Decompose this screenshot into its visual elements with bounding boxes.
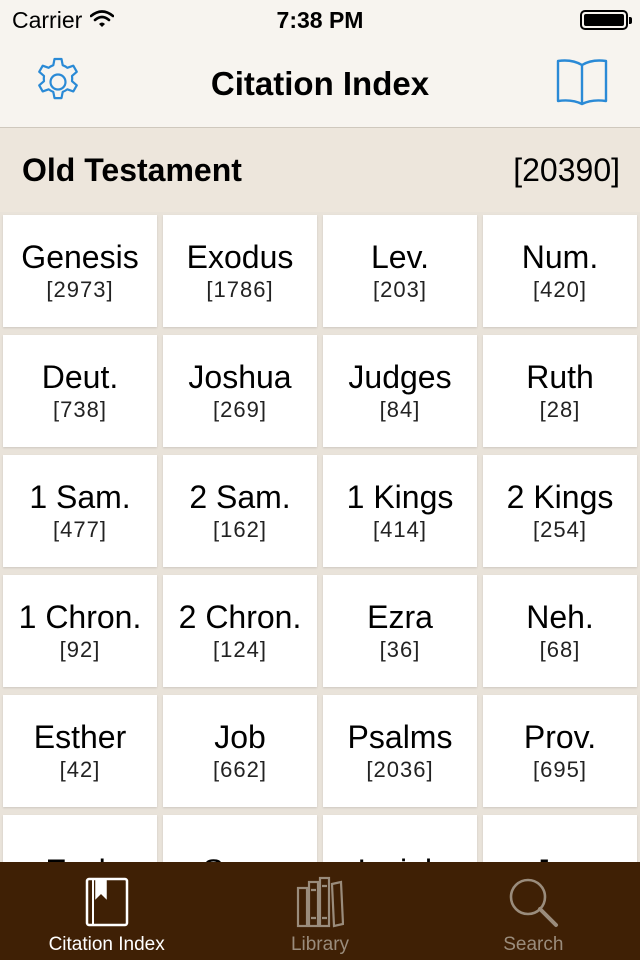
book-count: [28] xyxy=(539,397,581,422)
book-name: Isaiah xyxy=(357,852,442,862)
book-cell-nehemiah[interactable]: Neh. [68] xyxy=(483,575,637,687)
book-name: Ezra xyxy=(367,599,433,635)
book-name: Eccl. xyxy=(45,852,114,862)
book-cell-numbers[interactable]: Num. [420] xyxy=(483,215,637,327)
book-cell-ezra[interactable]: Ezra [36] xyxy=(323,575,477,687)
library-books-icon xyxy=(296,870,344,934)
section-title: Old Testament xyxy=(22,151,242,188)
section-header: Old Testament [20390] xyxy=(0,128,640,212)
battery-icon xyxy=(580,10,632,30)
wifi-icon xyxy=(89,7,115,34)
section-count: [20390] xyxy=(513,151,620,188)
book-count: [36] xyxy=(379,637,421,662)
book-cell-leviticus[interactable]: Lev. [203] xyxy=(323,215,477,327)
book-cell-esther[interactable]: Esther [42] xyxy=(3,695,157,807)
book-name: Ruth xyxy=(526,359,594,395)
book-count: [203] xyxy=(373,277,427,302)
book-name: 1 Kings xyxy=(346,479,454,515)
book-cell-proverbs[interactable]: Prov. [695] xyxy=(483,695,637,807)
book-count: [269] xyxy=(213,397,267,422)
book-count: [254] xyxy=(533,517,587,542)
book-cell-2-samuel[interactable]: 2 Sam. [162] xyxy=(163,455,317,567)
book-name: 2 Kings xyxy=(506,479,614,515)
book-cell-exodus[interactable]: Exodus [1786] xyxy=(163,215,317,327)
book-name: Genesis xyxy=(21,239,139,275)
book-count: [84] xyxy=(379,397,421,422)
book-cell-psalms[interactable]: Psalms [2036] xyxy=(323,695,477,807)
book-count: [92] xyxy=(59,637,101,662)
book-cell-judges[interactable]: Judges [84] xyxy=(323,335,477,447)
book-grid: Genesis [2973] Exodus [1786] Lev. [203] Num… xyxy=(0,212,640,862)
book-name: Neh. xyxy=(526,599,594,635)
tab-bar: Citation Index Library Search xyxy=(0,862,640,960)
book-name: Exodus xyxy=(186,239,294,275)
book-cell-song[interactable]: Song xyxy=(163,815,317,862)
magnifier-icon xyxy=(507,870,559,934)
book-name: Judges xyxy=(348,359,452,395)
book-name: Num. xyxy=(521,239,599,275)
tab-label: Library xyxy=(290,934,350,955)
book-count: [124] xyxy=(213,637,267,662)
book-cell-1-chronicles[interactable]: 1 Chron. [92] xyxy=(3,575,157,687)
library-book-button[interactable] xyxy=(552,56,612,112)
book-count: [477] xyxy=(53,517,107,542)
book-count: [662] xyxy=(213,757,267,782)
book-name: 1 Chron. xyxy=(18,599,142,635)
book-count: [2036] xyxy=(366,757,434,782)
book-name: Esther xyxy=(33,719,127,755)
book-name: Deut. xyxy=(41,359,119,395)
book-count: [695] xyxy=(533,757,587,782)
book-name: Lev. xyxy=(370,239,430,275)
book-name: 2 Chron. xyxy=(178,599,302,635)
status-left: Carrier xyxy=(12,6,115,34)
book-name: 2 Sam. xyxy=(189,479,291,515)
book-count: [414] xyxy=(373,517,427,542)
tab-library[interactable]: Library xyxy=(213,862,426,960)
book-cell-deuteronomy[interactable]: Deut. [738] xyxy=(3,335,157,447)
tab-citation-index[interactable]: Citation Index xyxy=(0,862,213,960)
book-cell-joshua[interactable]: Joshua [269] xyxy=(163,335,317,447)
book-cell-ruth[interactable]: Ruth [28] xyxy=(483,335,637,447)
book-icon xyxy=(555,57,609,112)
book-count: [2973] xyxy=(46,277,114,302)
book-cell-isaiah[interactable]: Isaiah xyxy=(323,815,477,862)
book-cell-ecclesiastes[interactable]: Eccl. xyxy=(3,815,157,862)
book-cell-2-chronicles[interactable]: 2 Chron. [124] xyxy=(163,575,317,687)
tab-search[interactable]: Search xyxy=(427,862,640,960)
book-name: Psalms xyxy=(347,719,453,755)
bookmark-book-icon xyxy=(84,870,130,934)
book-cell-job[interactable]: Job [662] xyxy=(163,695,317,807)
book-name: Job xyxy=(214,719,266,755)
carrier-label: Carrier xyxy=(12,6,83,33)
book-name: 1 Sam. xyxy=(29,479,131,515)
book-count: [738] xyxy=(53,397,107,422)
book-count: [68] xyxy=(539,637,581,662)
book-count: [1786] xyxy=(206,277,274,302)
book-cell-1-samuel[interactable]: 1 Sam. [477] xyxy=(3,455,157,567)
settings-button[interactable] xyxy=(28,56,88,112)
gear-icon xyxy=(31,55,85,114)
tab-label: Search xyxy=(503,934,564,955)
book-name: Jer. xyxy=(534,852,586,862)
book-cell-1-kings[interactable]: 1 Kings [414] xyxy=(323,455,477,567)
status-bar: Carrier 7:38 PM xyxy=(0,0,640,40)
book-cell-jeremiah[interactable]: Jer. xyxy=(483,815,637,862)
page-title: Citation Index xyxy=(210,65,430,102)
book-cell-genesis[interactable]: Genesis [2973] xyxy=(3,215,157,327)
navigation-bar: Citation Index xyxy=(0,40,640,128)
book-count: [162] xyxy=(213,517,267,542)
tab-label: Citation Index xyxy=(48,934,165,955)
book-name: Prov. xyxy=(523,719,597,755)
book-count: [42] xyxy=(59,757,101,782)
book-name: Song xyxy=(203,852,278,862)
book-cell-2-kings[interactable]: 2 Kings [254] xyxy=(483,455,637,567)
book-count: [420] xyxy=(533,277,587,302)
book-name: Joshua xyxy=(188,359,292,395)
